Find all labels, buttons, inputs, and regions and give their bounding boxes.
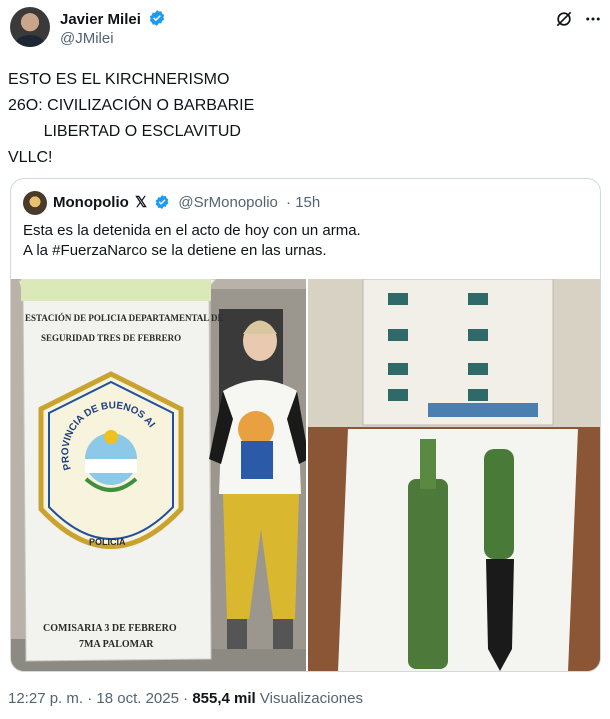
police-photo-illustration: ESTACIÓN DE POLICIA DEPARTAMENTAL DE SEG… bbox=[11, 279, 306, 671]
quoted-photo-right[interactable] bbox=[308, 279, 600, 671]
post-date[interactable]: 18 oct. 2025 bbox=[96, 690, 179, 707]
author-name[interactable]: Javier Milei bbox=[60, 11, 141, 28]
shield-bottom-text: POLICIA bbox=[89, 537, 126, 547]
meta-separator-2: · bbox=[183, 690, 189, 707]
verified-badge-icon bbox=[149, 10, 165, 26]
quoted-tweet[interactable]: Monopolio 𝕏 @SrMonopolio · 15h Esta es l… bbox=[10, 178, 601, 672]
quoted-verified-badge-icon bbox=[155, 195, 169, 209]
tweet-text: ESTO ES EL KIRCHNERISMO 26O: CIVILIZACIÓ… bbox=[8, 71, 255, 166]
sign-line1: ESTACIÓN DE POLICIA DEPARTAMENTAL DE bbox=[25, 313, 224, 323]
more-options-icon[interactable] bbox=[584, 10, 602, 28]
post-time[interactable]: 12:27 p. m. bbox=[8, 690, 83, 707]
quoted-avatar[interactable] bbox=[23, 191, 47, 215]
sign-line4: 7MA PALOMAR bbox=[79, 639, 154, 650]
quoted-time[interactable]: · 15h bbox=[286, 194, 320, 211]
meta-separator: · bbox=[87, 690, 93, 707]
grok-icon[interactable] bbox=[554, 9, 574, 29]
quoted-header: Monopolio 𝕏 @SrMonopolio · 15h bbox=[53, 193, 320, 211]
quoted-text: Esta es la detenida en el acto de hoy co… bbox=[23, 222, 361, 259]
author-handle[interactable]: @JMilei bbox=[60, 30, 114, 47]
sign-line2: SEGURIDAD TRES DE FEBRERO bbox=[41, 333, 181, 343]
knife-handle bbox=[484, 449, 514, 559]
views-count: 855,4 mil bbox=[192, 690, 256, 707]
views-label: Visualizaciones bbox=[259, 690, 363, 707]
x-logo-icon: 𝕏 bbox=[134, 194, 148, 211]
quoted-photo-left[interactable]: ESTACIÓN DE POLICIA DEPARTAMENTAL DE SEG… bbox=[11, 279, 306, 671]
quoted-name[interactable]: Monopolio bbox=[53, 194, 129, 211]
author-name-row[interactable]: Javier Milei bbox=[60, 9, 166, 28]
quoted-handle[interactable]: @SrMonopolio bbox=[178, 194, 277, 211]
sign-line3: COMISARIA 3 DE FEBRERO bbox=[43, 623, 177, 634]
author-avatar[interactable] bbox=[10, 7, 50, 47]
timestamp-row: 12:27 p. m. · 18 oct. 2025 · 855,4 mil V… bbox=[8, 690, 363, 707]
knife-photo-illustration bbox=[308, 279, 600, 671]
